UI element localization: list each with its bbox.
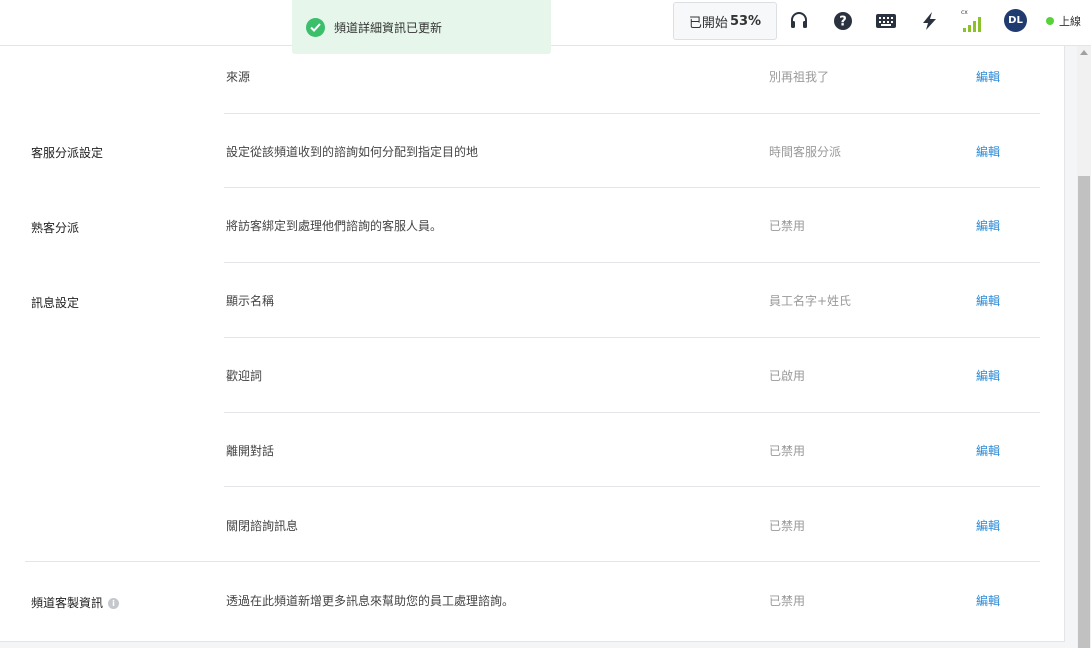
setting-description: 顯示名稱 <box>226 294 275 308</box>
settings-row-routing: 客服分派設定 設定從該頻道收到的諮詢如何分配到指定目的地 時間客服分派 編輯 <box>0 114 1065 189</box>
section-label: 熟客分派 <box>31 221 80 235</box>
settings-row-leave-chat: 離開對話 已禁用 編輯 <box>0 413 1065 488</box>
trial-percent: 53% <box>729 13 762 29</box>
info-icon[interactable]: i <box>108 598 120 609</box>
setting-value: 已禁用 <box>769 594 806 608</box>
scrollbar-thumb[interactable] <box>1078 176 1090 648</box>
edit-link[interactable]: 編輯 <box>976 367 1000 384</box>
scroll-up-arrow-icon[interactable] <box>1080 50 1088 55</box>
status-label: 上線 <box>1059 15 1081 28</box>
success-toast: 頻道詳細資訊已更新 <box>292 0 551 54</box>
setting-value: 已啟用 <box>769 369 806 383</box>
setting-value: 員工名字+姓氏 <box>769 294 852 308</box>
settings-row-welcome: 歡迎詞 已啟用 編輯 <box>0 338 1065 413</box>
setting-description: 離開對話 <box>226 444 275 458</box>
setting-description: 設定從該頻道收到的諮詢如何分配到指定目的地 <box>226 145 479 159</box>
settings-row-close-message: 關閉諮詢訊息 已禁用 編輯 <box>0 487 1065 562</box>
settings-row-display-name: 訊息設定 顯示名稱 員工名字+姓氏 編輯 <box>0 263 1065 338</box>
section-label: 客服分派設定 <box>31 146 104 160</box>
section-label-wrap: 頻道客製資訊 i <box>31 594 120 611</box>
edit-link[interactable]: 編輯 <box>976 592 1000 609</box>
toast-message: 頻道詳細資訊已更新 <box>334 20 443 35</box>
edit-link[interactable]: 編輯 <box>976 517 1000 534</box>
edit-link[interactable]: 編輯 <box>976 292 1000 309</box>
trial-label: 已開始 <box>688 15 728 31</box>
setting-value: 已禁用 <box>769 219 806 233</box>
status-indicator[interactable]: 上線 <box>1046 13 1081 29</box>
settings-row-source: 來源 別再祖我了 編輯 <box>0 46 1065 121</box>
section-label: 訊息設定 <box>31 296 80 310</box>
signal-icon <box>961 12 983 34</box>
setting-value: 已禁用 <box>769 444 806 458</box>
edit-link[interactable]: 編輯 <box>976 143 1000 160</box>
check-circle-icon <box>306 17 325 37</box>
help-icon[interactable]: ? <box>832 10 854 32</box>
channel-settings-card: 來源 別再祖我了 編輯 客服分派設定 設定從該頻道收到的諮詢如何分配到指定目的地… <box>0 46 1065 642</box>
settings-row-sticky: 熟客分派 將訪客綁定到處理他們諮詢的客服人員。 已禁用 編輯 <box>0 188 1065 263</box>
setting-description: 來源 <box>226 70 251 84</box>
setting-value: 別再祖我了 <box>769 70 830 84</box>
edit-link[interactable]: 編輯 <box>976 442 1000 459</box>
setting-description: 關閉諮詢訊息 <box>226 519 299 533</box>
svg-text:?: ? <box>839 15 847 30</box>
lightning-icon[interactable] <box>918 10 940 32</box>
section-label: 頻道客製資訊 <box>31 596 104 610</box>
avatar[interactable]: DL <box>1004 9 1027 32</box>
headset-icon[interactable] <box>788 10 810 32</box>
edit-link[interactable]: 編輯 <box>976 217 1000 234</box>
status-dot <box>1046 17 1054 25</box>
edit-link[interactable]: 編輯 <box>976 68 1000 85</box>
trial-progress-button[interactable]: 已開始 53% <box>673 2 777 40</box>
setting-description: 透過在此頻道新增更多訊息來幫助您的員工處理諮詢。 <box>226 594 515 608</box>
setting-value: 時間客服分派 <box>769 145 842 159</box>
settings-row-custom-info: 頻道客製資訊 i 透過在此頻道新增更多訊息來幫助您的員工處理諮詢。 已禁用 編輯 <box>0 562 1065 637</box>
keyboard-icon[interactable] <box>875 10 897 32</box>
setting-description: 歡迎詞 <box>226 369 263 383</box>
setting-value: 已禁用 <box>769 519 806 533</box>
setting-description: 將訪客綁定到處理他們諮詢的客服人員。 <box>226 219 443 233</box>
